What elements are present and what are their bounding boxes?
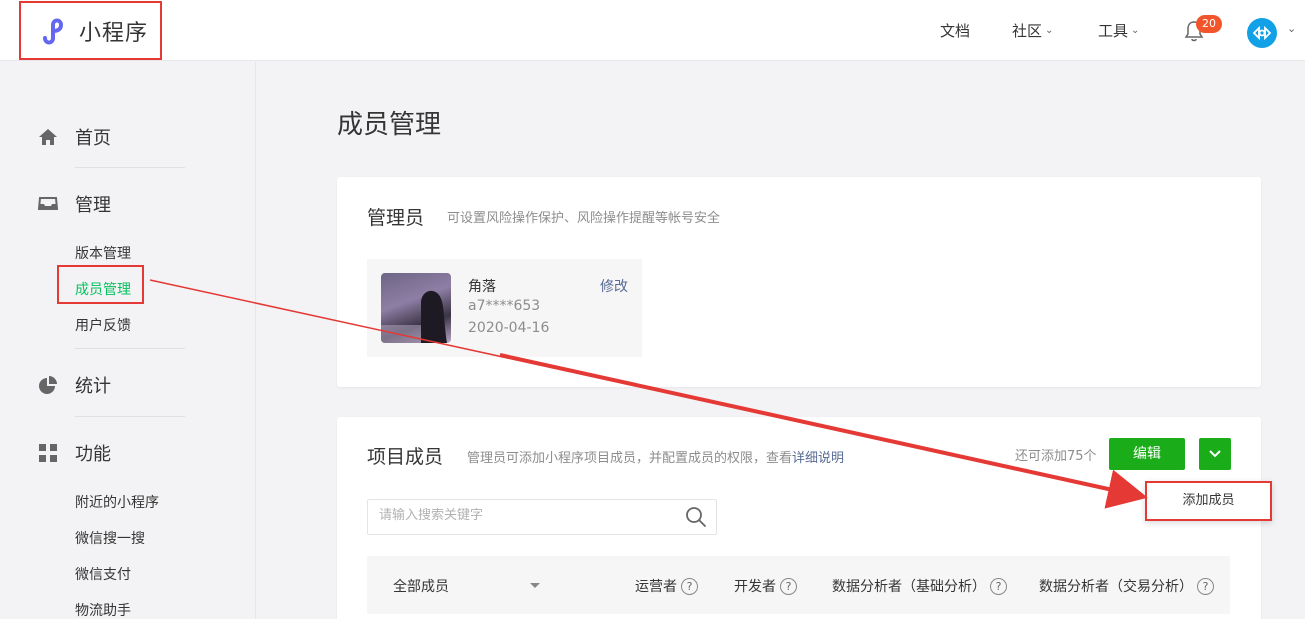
- search-input[interactable]: [379, 508, 669, 523]
- sidebar-item-logistics[interactable]: 物流助手: [75, 600, 131, 619]
- column-operator: 运营者 ?: [635, 576, 698, 596]
- column-data-trade: 数据分析者（交易分析） ?: [1039, 576, 1214, 596]
- sidebar-item-label: 管理: [75, 195, 111, 216]
- nav-tools-label: 工具: [1098, 22, 1129, 40]
- nav-community[interactable]: 社区 ⌄: [1012, 0, 1053, 61]
- admin-edit-link[interactable]: 修改: [600, 276, 628, 296]
- column-developer: 开发者 ?: [734, 576, 797, 596]
- caret-down-icon[interactable]: [530, 583, 540, 588]
- sidebar-item-label: 功能: [75, 444, 111, 465]
- table-header: 全部成员 运营者 ? 开发者 ? 数据分析者（基础分析） ? 数据分析者（交易分…: [367, 556, 1230, 614]
- sidebar-item-feedback[interactable]: 用户反馈: [75, 315, 131, 335]
- column-label: 数据分析者（基础分析）: [832, 579, 986, 595]
- column-label: 数据分析者（交易分析）: [1039, 579, 1193, 595]
- sidebar-item-label: 统计: [75, 376, 111, 397]
- sidebar-item-pay[interactable]: 微信支付: [75, 564, 131, 584]
- members-card-title: 项目成员: [367, 446, 444, 468]
- admin-name: 角落: [468, 279, 496, 295]
- sidebar-item-features[interactable]: 功能: [38, 440, 111, 466]
- sidebar-item-label: 首页: [75, 128, 111, 149]
- column-label: 运营者: [635, 579, 677, 595]
- help-icon[interactable]: ?: [681, 577, 698, 595]
- column-label: 开发者: [734, 579, 776, 595]
- nav-tools[interactable]: 工具 ⌄: [1098, 0, 1139, 61]
- members-desc-text: 管理员可添加小程序项目成员，并配置成员的权限，查看: [467, 451, 793, 466]
- sidebar-item-stats[interactable]: 统计: [38, 372, 111, 398]
- remaining-count: 还可添加75个: [1015, 449, 1097, 464]
- sidebar-item-nearby[interactable]: 附近的小程序: [75, 492, 159, 512]
- admin-date: 2020-04-16: [468, 320, 550, 336]
- nav-docs[interactable]: 文档: [940, 0, 970, 61]
- admin-card-desc: 可设置风险操作保护、风险操作提醒等帐号安全: [447, 211, 721, 226]
- add-member-menu-item[interactable]: 添加成员: [1145, 481, 1272, 521]
- mini-program-logo-icon: [43, 18, 64, 44]
- divider: [75, 416, 185, 417]
- admin-card-title: 管理员: [367, 207, 425, 229]
- avatar[interactable]: [1247, 18, 1277, 48]
- more-button[interactable]: [1199, 438, 1231, 470]
- nav-docs-label: 文档: [940, 22, 971, 40]
- home-icon: [39, 129, 57, 145]
- details-link[interactable]: 详细说明: [792, 451, 844, 466]
- search-field[interactable]: [367, 499, 717, 535]
- admin-photo-silhouette: [381, 290, 447, 343]
- grid-icon: [39, 444, 57, 462]
- search-icon[interactable]: [685, 506, 707, 528]
- sidebar-item-versions[interactable]: 版本管理: [75, 243, 131, 263]
- members-card-desc: 管理员可添加小程序项目成员，并配置成员的权限，查看详细说明: [467, 447, 844, 466]
- logo[interactable]: 小程序: [19, 1, 162, 60]
- member-filter-select[interactable]: 全部成员: [393, 576, 449, 596]
- page-title: 成员管理: [337, 110, 442, 140]
- logo-text: 小程序: [79, 20, 149, 46]
- chevron-down-icon[interactable]: ⌄: [1287, 22, 1296, 35]
- avatar-logo-icon: [1252, 26, 1272, 40]
- chevron-down-icon: ⌄: [1131, 25, 1140, 36]
- notification-badge: 20: [1196, 15, 1222, 33]
- sidebar-item-manage[interactable]: 管理: [38, 191, 111, 217]
- admin-avatar: [381, 273, 451, 343]
- edit-button[interactable]: 编辑: [1109, 438, 1185, 470]
- sidebar-item-home[interactable]: 首页: [38, 124, 111, 150]
- chevron-down-icon: ⌄: [1045, 25, 1054, 36]
- help-icon[interactable]: ?: [780, 577, 797, 595]
- admin-id: a7****653: [468, 298, 541, 314]
- nav-community-label: 社区: [1012, 22, 1043, 40]
- sidebar-item-search[interactable]: 微信搜一搜: [75, 528, 145, 548]
- filter-label: 全部成员: [393, 579, 449, 595]
- top-bar: 小程序 文档 社区 ⌄ 工具 ⌄ 20 ⌄: [0, 0, 1305, 61]
- annotation-highlight-box: [57, 265, 144, 304]
- inbox-icon: [38, 197, 58, 210]
- help-icon[interactable]: ?: [990, 577, 1007, 595]
- chevron-down-icon: [1209, 450, 1221, 458]
- column-data-basic: 数据分析者（基础分析） ?: [832, 576, 1007, 596]
- help-icon[interactable]: ?: [1197, 577, 1214, 595]
- pie-chart-icon: [39, 376, 57, 394]
- divider: [75, 167, 185, 168]
- divider: [75, 348, 185, 349]
